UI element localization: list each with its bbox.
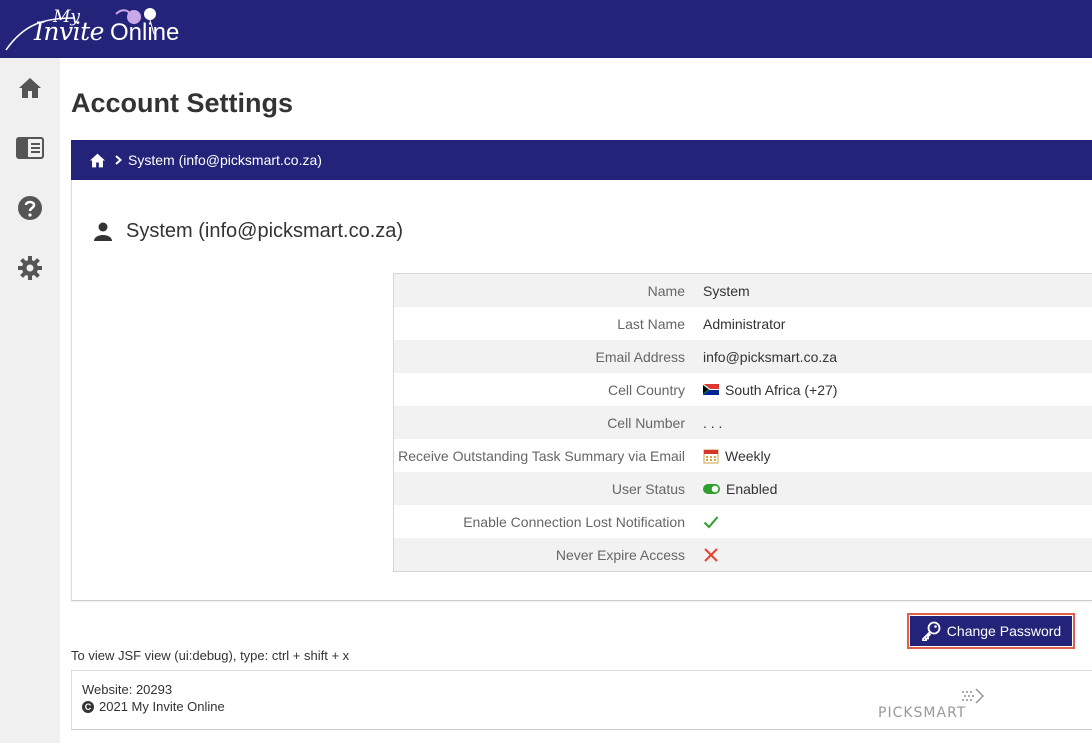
- user-display-name: System (info@picksmart.co.za): [126, 220, 404, 242]
- help-icon: [18, 196, 42, 220]
- detail-row-user-status: User Status Enabled: [394, 472, 1092, 505]
- top-bar: My Invite Online: [0, 0, 1092, 58]
- detail-row-cell-country: Cell Country South Africa (+27): [394, 373, 1092, 406]
- detail-value: [693, 547, 725, 563]
- detail-label: Receive Outstanding Task Summary via Ema…: [398, 447, 685, 464]
- key-icon: [921, 621, 941, 641]
- check-icon: [703, 515, 719, 528]
- detail-value: Enabled: [693, 481, 777, 497]
- main-content: Account Settings System (info@picksmart.…: [60, 58, 1092, 743]
- detail-row-last-name: Last Name Administrator: [394, 307, 1092, 340]
- logo-invite-text: Invite: [34, 17, 104, 46]
- picksmart-text: PICKSMART: [878, 705, 967, 721]
- sidebar-item-home[interactable]: [15, 73, 45, 103]
- cell-number-value: . . .: [703, 414, 723, 431]
- task-summary-value: Weekly: [725, 447, 771, 464]
- email-value: info@picksmart.co.za: [703, 348, 838, 365]
- change-password-focus-ring: Change Password: [907, 613, 1075, 649]
- detail-label: Cell Number: [607, 414, 685, 431]
- home-icon: [19, 78, 41, 98]
- user-icon: [94, 222, 112, 241]
- account-panel: System (info@picksmart.co.za) Name Syste…: [71, 180, 1092, 601]
- panel-icon: [16, 137, 44, 159]
- detail-label: Last Name: [617, 315, 685, 332]
- detail-row-connection-lost: Enable Connection Lost Notification: [394, 505, 1092, 538]
- detail-value: [693, 515, 725, 529]
- detail-label: Cell Country: [607, 381, 685, 398]
- detail-value: . . .: [693, 415, 722, 431]
- breadcrumb-home[interactable]: [89, 153, 106, 168]
- detail-row-task-summary: Receive Outstanding Task Summary via Ema…: [394, 439, 1092, 472]
- toggle-on-icon: [703, 483, 720, 494]
- user-status-value: Enabled: [726, 480, 778, 497]
- detail-value: South Africa (+27): [693, 382, 837, 398]
- user-header: System (info@picksmart.co.za): [94, 220, 403, 243]
- details-table: Name System Last Name Administrator Emai…: [393, 273, 1092, 572]
- detail-label: Name: [647, 282, 685, 299]
- cell-country-value: South Africa (+27): [725, 381, 838, 398]
- chevron-right-icon: [115, 155, 122, 165]
- picksmart-arrow-icon: [962, 688, 985, 704]
- picksmart-logo[interactable]: PICKSMART: [878, 685, 988, 721]
- home-icon: [90, 153, 105, 167]
- detail-value: Weekly: [693, 448, 771, 464]
- detail-value: System: [693, 283, 750, 299]
- flag-za-icon: [703, 384, 719, 395]
- copyright-text: 2021 My Invite Online: [99, 699, 225, 714]
- sidebar-item-panel[interactable]: [15, 133, 45, 163]
- detail-row-cell-number: Cell Number . . .: [394, 406, 1092, 439]
- sidebar-item-help[interactable]: [15, 193, 45, 223]
- detail-label: User Status: [611, 480, 685, 497]
- detail-label: Email Address: [595, 348, 685, 365]
- detail-label: Never Expire Access: [555, 546, 685, 563]
- change-password-label: Change Password: [946, 623, 1062, 639]
- copyright-icon: C: [82, 700, 94, 713]
- my-invite-online-logo[interactable]: My Invite Online: [4, 4, 189, 54]
- sidebar-item-settings[interactable]: [15, 253, 45, 283]
- copyright: C 2021 My Invite Online: [82, 699, 225, 714]
- debug-hint: To view JSF view (ui:debug), type: ctrl …: [71, 648, 350, 663]
- gear-icon: [18, 256, 42, 280]
- sidebar: [0, 58, 60, 743]
- detail-row-name: Name System: [394, 274, 1092, 307]
- detail-row-email: Email Address info@picksmart.co.za: [394, 340, 1092, 373]
- detail-value: info@picksmart.co.za: [693, 349, 837, 365]
- last-name-value: Administrator: [703, 315, 786, 332]
- logo-online-text: Online: [110, 19, 180, 46]
- breadcrumb-current: System (info@picksmart.co.za): [128, 152, 322, 168]
- change-password-button[interactable]: Change Password: [910, 616, 1072, 646]
- breadcrumb: System (info@picksmart.co.za): [71, 140, 1092, 180]
- detail-label: Enable Connection Lost Notification: [463, 513, 685, 530]
- calendar-icon: [703, 449, 719, 463]
- detail-row-never-expire: Never Expire Access: [394, 538, 1092, 571]
- website-id: Website: 20293: [82, 682, 173, 697]
- page-title: Account Settings: [71, 88, 294, 118]
- footer: Website: 20293 C 2021 My Invite Online P…: [71, 670, 1092, 730]
- detail-value: Administrator: [693, 316, 785, 332]
- name-value: System: [703, 282, 750, 299]
- cross-icon: [704, 547, 718, 562]
